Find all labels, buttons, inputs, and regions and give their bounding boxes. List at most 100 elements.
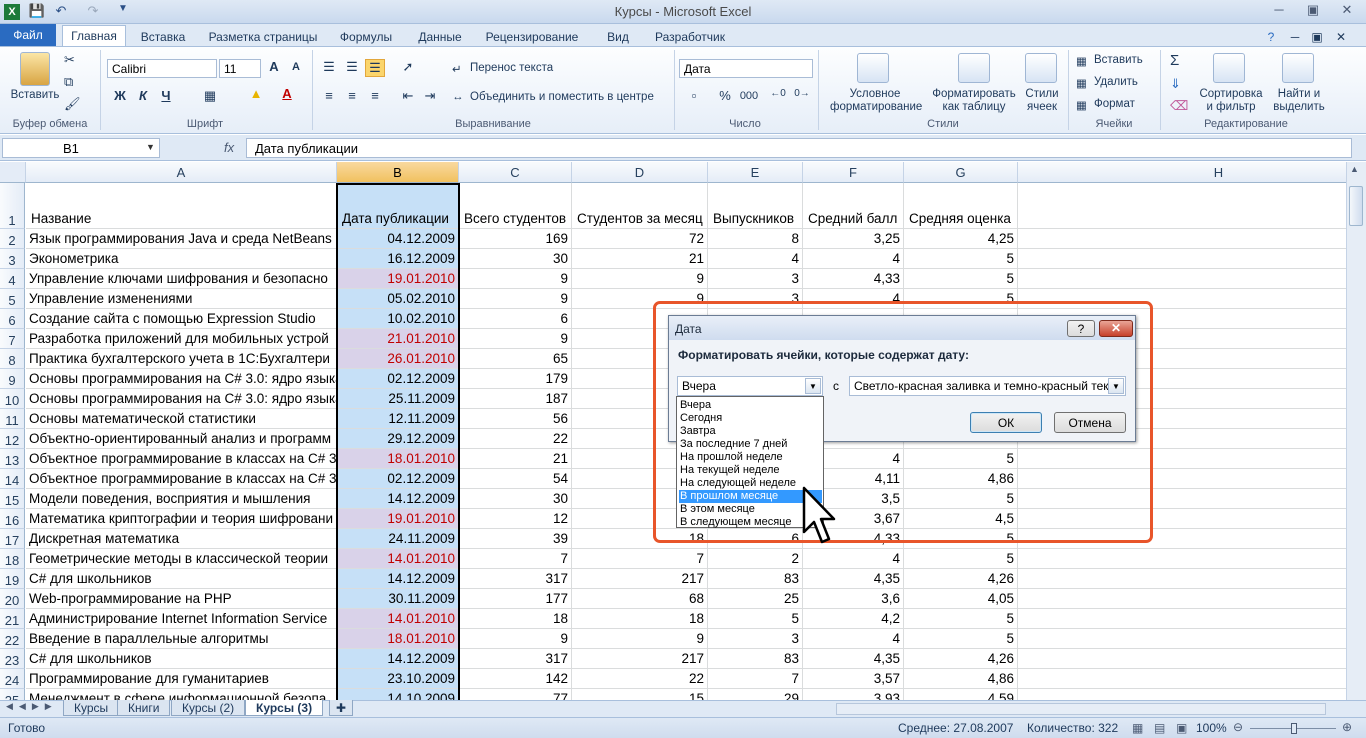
- cell-g[interactable]: 5: [904, 249, 1018, 269]
- cell-c[interactable]: 21: [459, 449, 572, 469]
- tab-page-layout[interactable]: Разметка страницы: [203, 27, 323, 47]
- cell-c[interactable]: 9: [459, 269, 572, 289]
- currency-format-icon[interactable]: ▫: [684, 88, 704, 106]
- align-top-icon[interactable]: ☰: [319, 59, 339, 77]
- row-header[interactable]: 14: [0, 469, 25, 489]
- cell-b[interactable]: 25.11.2009: [337, 389, 459, 409]
- row-header[interactable]: 4: [0, 269, 25, 289]
- cell-a[interactable]: Практика бухгалтерского учета в 1С:Бухга…: [26, 349, 337, 369]
- align-right-icon[interactable]: ≡: [365, 88, 385, 106]
- cell-b[interactable]: 14.12.2009: [337, 649, 459, 669]
- paste-button[interactable]: Вставить: [4, 89, 66, 102]
- cell-d[interactable]: 9: [572, 629, 708, 649]
- cell-d[interactable]: 9: [572, 269, 708, 289]
- ok-button[interactable]: ОК: [970, 412, 1042, 433]
- fill-icon[interactable]: ⇓: [1170, 76, 1181, 92]
- cell-e[interactable]: 3: [708, 269, 803, 289]
- tab-developer[interactable]: Разработчик: [647, 27, 733, 47]
- row-header[interactable]: 25: [0, 689, 25, 700]
- vertical-scrollbar[interactable]: ▲: [1346, 162, 1366, 700]
- autosum-icon[interactable]: Σ: [1170, 52, 1179, 69]
- row-header[interactable]: 23: [0, 649, 25, 669]
- cell-e[interactable]: 3: [708, 629, 803, 649]
- cell-b[interactable]: Дата публикации: [337, 183, 459, 229]
- cell-d[interactable]: 217: [572, 569, 708, 589]
- cell-h[interactable]: [1018, 249, 1346, 269]
- maximize-button[interactable]: ▣: [1300, 2, 1326, 20]
- cell-c[interactable]: 6: [459, 309, 572, 329]
- cell-b[interactable]: 16.12.2009: [337, 249, 459, 269]
- scroll-up-icon[interactable]: ▲: [1350, 164, 1359, 174]
- cell-h[interactable]: [1018, 689, 1346, 700]
- format-cells-button[interactable]: Формат: [1094, 98, 1135, 110]
- cell-g[interactable]: 4,26: [904, 569, 1018, 589]
- cell-a[interactable]: Менеджмент в сфере информационной безопа: [26, 689, 337, 700]
- font-size-combo[interactable]: 11: [219, 59, 261, 78]
- format-painter-icon[interactable]: 🖌: [64, 96, 81, 112]
- cell-f[interactable]: 3,93: [803, 689, 904, 700]
- grow-font-icon[interactable]: A: [264, 59, 284, 77]
- dialog-close-button[interactable]: ✕: [1099, 320, 1133, 337]
- cell-b[interactable]: 02.12.2009: [337, 369, 459, 389]
- cell-d[interactable]: Студентов за месяц: [572, 183, 708, 229]
- cell-d[interactable]: 21: [572, 249, 708, 269]
- cell-h[interactable]: [1018, 669, 1346, 689]
- cell-c[interactable]: 9: [459, 629, 572, 649]
- cell-c[interactable]: Всего студентов: [459, 183, 572, 229]
- copy-icon[interactable]: ⧉: [64, 74, 73, 90]
- format-style-select[interactable]: Светло-красная заливка и темно-красный т…: [849, 376, 1126, 396]
- thousands-button[interactable]: 000: [737, 90, 761, 108]
- row-header[interactable]: 11: [0, 409, 25, 429]
- tab-view[interactable]: Вид: [598, 27, 638, 47]
- dialog-help-button[interactable]: ?: [1067, 320, 1095, 337]
- merge-icon[interactable]: ↔: [452, 91, 464, 103]
- cell-e[interactable]: 83: [708, 649, 803, 669]
- paste-icon[interactable]: [20, 52, 50, 86]
- cell-a[interactable]: Дискретная математика: [26, 529, 337, 549]
- cell-a[interactable]: Модели поведения, восприятия и мышления: [26, 489, 337, 509]
- date-rule-dropdown-icon[interactable]: ▼: [805, 378, 821, 394]
- cell-f[interactable]: Средний балл: [803, 183, 904, 229]
- align-left-icon[interactable]: ≡: [319, 88, 339, 106]
- cell-c[interactable]: 177: [459, 589, 572, 609]
- date-rule-option[interactable]: На прошлой неделе: [679, 451, 822, 464]
- cell-f[interactable]: 4,35: [803, 649, 904, 669]
- date-rule-option[interactable]: Вчера: [679, 399, 822, 412]
- column-header-h[interactable]: H: [1018, 162, 1346, 183]
- cell-c[interactable]: 30: [459, 489, 572, 509]
- format-cells-icon[interactable]: ▦: [1076, 98, 1087, 112]
- cell-f[interactable]: 4,35: [803, 569, 904, 589]
- cell-styles-button[interactable]: Стили ячеек: [1019, 88, 1065, 114]
- cell-c[interactable]: 56: [459, 409, 572, 429]
- row-header[interactable]: 6: [0, 309, 25, 329]
- cell-b[interactable]: 21.01.2010: [337, 329, 459, 349]
- bold-button[interactable]: Ж: [110, 88, 130, 106]
- cell-f[interactable]: 3,25: [803, 229, 904, 249]
- tab-insert[interactable]: Вставка: [134, 27, 192, 47]
- cell-a[interactable]: Разработка приложений для мобильных устр…: [26, 329, 337, 349]
- cell-b[interactable]: 14.10.2009: [337, 689, 459, 700]
- font-name-combo[interactable]: Calibri: [107, 59, 217, 78]
- cell-a[interactable]: Администрирование Internet Information S…: [26, 609, 337, 629]
- cell-g[interactable]: 4,25: [904, 229, 1018, 249]
- cell-d[interactable]: 22: [572, 669, 708, 689]
- wrap-text-button[interactable]: Перенос текста: [470, 62, 553, 74]
- merge-center-button[interactable]: Объединить и поместить в центре: [470, 91, 654, 103]
- cell-b[interactable]: 02.12.2009: [337, 469, 459, 489]
- date-rule-option[interactable]: За последние 7 дней: [679, 438, 822, 451]
- date-rule-select[interactable]: Вчера: [677, 376, 823, 396]
- cell-e[interactable]: 8: [708, 229, 803, 249]
- zoom-level[interactable]: 100%: [1196, 721, 1227, 735]
- cell-a[interactable]: Основы программирования на C# 3.0: ядро …: [26, 389, 337, 409]
- cell-f[interactable]: 4,33: [803, 269, 904, 289]
- cell-c[interactable]: 65: [459, 349, 572, 369]
- cell-c[interactable]: 22: [459, 429, 572, 449]
- row-header[interactable]: 8: [0, 349, 25, 369]
- cell-g[interactable]: Средняя оценка: [904, 183, 1018, 229]
- cell-g[interactable]: 4,59: [904, 689, 1018, 700]
- cell-h[interactable]: [1018, 229, 1346, 249]
- find-select-button[interactable]: Найти и выделить: [1268, 88, 1330, 114]
- row-header[interactable]: 7: [0, 329, 25, 349]
- cell-e[interactable]: 29: [708, 689, 803, 700]
- date-rule-option[interactable]: Сегодня: [679, 412, 822, 425]
